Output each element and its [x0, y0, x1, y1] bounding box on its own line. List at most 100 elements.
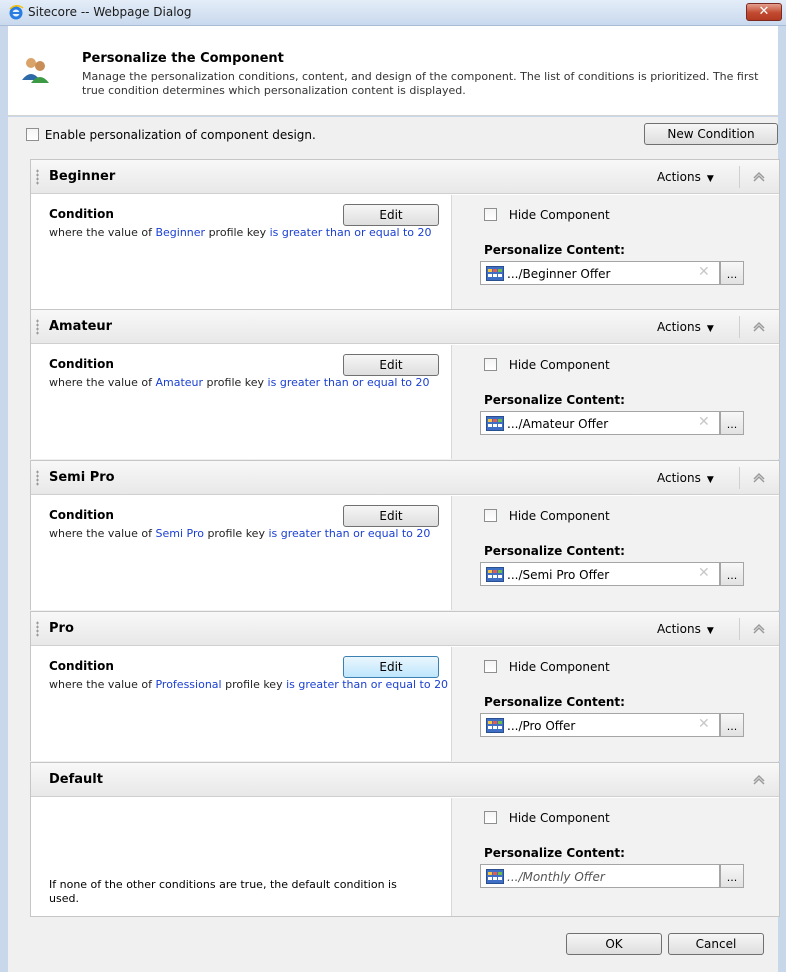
- grip-icon[interactable]: [36, 319, 39, 335]
- grip-icon[interactable]: [36, 621, 39, 637]
- operator-link[interactable]: is greater than or equal to: [268, 527, 412, 540]
- actions-menu[interactable]: Actions ▼: [657, 622, 714, 636]
- hide-component-label: Hide Component: [508, 207, 610, 222]
- operator-link[interactable]: is greater than or equal to: [268, 376, 412, 389]
- condition-label: Condition: [49, 357, 114, 371]
- personalize-content-value: .../Pro Offer: [507, 719, 576, 733]
- personalize-content-label: Personalize Content:: [484, 243, 625, 257]
- item-icon: [486, 869, 504, 884]
- browse-button[interactable]: ...: [720, 261, 744, 285]
- profile-link[interactable]: Semi Pro: [155, 527, 203, 540]
- rule-header: Pro Actions ▼: [31, 612, 779, 646]
- collapse-icon[interactable]: [751, 622, 767, 634]
- condition-profile-key: profile key: [203, 527, 269, 540]
- cancel-button[interactable]: Cancel: [668, 933, 764, 955]
- hide-component-checkbox[interactable]: [484, 509, 497, 522]
- edit-condition-button[interactable]: Edit: [343, 354, 439, 376]
- edit-condition-button[interactable]: Edit: [343, 204, 439, 226]
- rule-section: Pro Actions ▼ Condition Edit where the va…: [30, 611, 780, 761]
- rule-title: Amateur: [49, 319, 113, 334]
- edit-condition-button[interactable]: Edit: [343, 656, 439, 678]
- rule-title: Semi Pro: [49, 470, 115, 485]
- operator-link[interactable]: is greater than or equal to: [286, 678, 430, 691]
- rule-title: Beginner: [49, 169, 116, 184]
- value-link[interactable]: 20: [416, 376, 430, 389]
- profile-link[interactable]: Professional: [155, 678, 221, 691]
- personalize-content-value: .../Semi Pro Offer: [507, 568, 610, 582]
- grip-icon[interactable]: [36, 470, 39, 486]
- dialog-window: Sitecore -- Webpage Dialog ✕ Personalize…: [0, 0, 786, 972]
- actions-menu[interactable]: Actions ▼: [657, 471, 714, 485]
- close-button[interactable]: ✕: [746, 3, 782, 21]
- collapse-icon[interactable]: [751, 170, 767, 182]
- condition-text: where the value of Beginner profile key …: [49, 226, 449, 240]
- hide-component-row[interactable]: Hide Component: [484, 659, 610, 674]
- value-link[interactable]: 20: [434, 678, 448, 691]
- condition-profile-key: profile key: [203, 376, 268, 389]
- grip-icon[interactable]: [36, 169, 39, 185]
- clear-icon[interactable]: ✕: [698, 414, 710, 430]
- enable-design-checkbox[interactable]: [26, 128, 39, 141]
- hide-component-row[interactable]: Hide Component: [484, 207, 610, 222]
- edit-condition-button[interactable]: Edit: [343, 505, 439, 527]
- browse-button[interactable]: ...: [720, 713, 744, 737]
- enable-design-row[interactable]: Enable personalization of component desi…: [26, 127, 316, 143]
- dialog-header: Personalize the Component Manage the per…: [8, 26, 778, 116]
- clear-icon[interactable]: ✕: [698, 716, 710, 732]
- browse-button[interactable]: ...: [720, 864, 744, 888]
- page-description: Manage the personalization conditions, c…: [82, 70, 759, 97]
- value-link[interactable]: 20: [418, 226, 432, 239]
- actions-label: Actions: [657, 170, 701, 184]
- frame-left: [0, 26, 8, 972]
- profile-link[interactable]: Amateur: [155, 376, 203, 389]
- condition-prefix: where the value of: [49, 678, 156, 691]
- actions-menu[interactable]: Actions ▼: [657, 320, 714, 334]
- hide-component-checkbox[interactable]: [484, 208, 497, 221]
- clear-icon[interactable]: ✕: [698, 565, 710, 581]
- rule-header: Semi Pro Actions ▼: [31, 461, 779, 495]
- actions-label: Actions: [657, 471, 701, 485]
- hide-component-checkbox[interactable]: [484, 660, 497, 673]
- actions-label: Actions: [657, 622, 701, 636]
- rule-condition-panel: Condition Edit where the value of Profes…: [31, 647, 451, 761]
- rule-options-default: Hide Component Personalize Content: .../…: [451, 798, 779, 916]
- browse-button[interactable]: ...: [720, 411, 744, 435]
- collapse-icon[interactable]: [751, 773, 767, 785]
- hide-component-checkbox[interactable]: [484, 811, 497, 824]
- personalize-content-field[interactable]: .../Pro Offer ✕: [480, 713, 720, 737]
- collapse-icon[interactable]: [751, 471, 767, 483]
- new-condition-button[interactable]: New Condition: [644, 123, 778, 145]
- personalize-content-value: .../Monthly Offer: [507, 870, 605, 884]
- divider: [739, 166, 740, 188]
- operator-link[interactable]: is greater than or equal to: [270, 226, 414, 239]
- item-icon: [486, 266, 504, 281]
- hide-component-row[interactable]: Hide Component: [484, 357, 610, 372]
- actions-menu[interactable]: Actions ▼: [657, 170, 714, 184]
- people-icon: [22, 58, 49, 83]
- rule-title: Pro: [49, 621, 74, 636]
- hide-component-row[interactable]: Hide Component: [484, 810, 610, 825]
- rule-header-default: Default: [31, 763, 779, 797]
- hide-component-label: Hide Component: [508, 810, 610, 825]
- item-icon: [486, 718, 504, 733]
- personalize-content-field[interactable]: .../Semi Pro Offer ✕: [480, 562, 720, 586]
- hide-component-label: Hide Component: [508, 357, 610, 372]
- condition-text: where the value of Semi Pro profile key …: [49, 527, 449, 541]
- rule-condition-panel: Condition Edit where the value of Amateu…: [31, 345, 451, 459]
- condition-profile-key: profile key: [205, 226, 270, 239]
- title-bar: Sitecore -- Webpage Dialog ✕: [0, 0, 786, 26]
- hide-component-row[interactable]: Hide Component: [484, 508, 610, 523]
- value-link[interactable]: 20: [416, 527, 430, 540]
- condition-label: Condition: [49, 207, 114, 221]
- item-icon: [486, 567, 504, 582]
- personalize-content-field[interactable]: .../Monthly Offer: [480, 864, 720, 888]
- collapse-icon[interactable]: [751, 320, 767, 332]
- profile-link[interactable]: Beginner: [155, 226, 205, 239]
- rule-section: Amateur Actions ▼ Condition Edit where th…: [30, 309, 780, 459]
- personalize-content-field[interactable]: .../Beginner Offer ✕: [480, 261, 720, 285]
- clear-icon[interactable]: ✕: [698, 264, 710, 280]
- browse-button[interactable]: ...: [720, 562, 744, 586]
- ok-button[interactable]: OK: [566, 933, 662, 955]
- hide-component-checkbox[interactable]: [484, 358, 497, 371]
- personalize-content-field[interactable]: .../Amateur Offer ✕: [480, 411, 720, 435]
